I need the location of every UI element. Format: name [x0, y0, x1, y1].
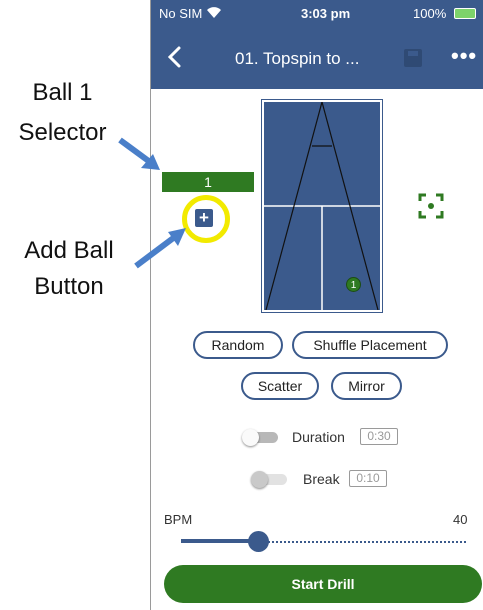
duration-toggle-knob	[242, 429, 259, 446]
duration-toggle[interactable]	[242, 429, 278, 446]
app-bar: 01. Topspin to ... •••	[151, 27, 483, 89]
focus-target-icon[interactable]	[418, 193, 444, 219]
break-toggle[interactable]	[251, 471, 287, 488]
bpm-label: BPM	[164, 512, 193, 527]
chevron-left-icon	[167, 46, 181, 68]
break-toggle-knob	[251, 471, 268, 488]
more-options-button[interactable]: •••	[451, 43, 477, 69]
table-court[interactable]	[261, 99, 383, 313]
add-ball-callout-line1: Add Ball	[24, 237, 114, 264]
ball-placement-marker[interactable]: 1	[346, 277, 361, 292]
mirror-button[interactable]: Mirror	[331, 372, 402, 400]
drill-title: 01. Topspin to ...	[235, 49, 360, 68]
random-button[interactable]: Random	[193, 331, 283, 359]
bpm-slider-fill	[181, 539, 258, 543]
highlight-ring	[182, 195, 230, 243]
ball-selector-callout-line2: Selector	[18, 119, 107, 146]
bpm-slider-thumb[interactable]	[247, 531, 269, 552]
start-drill-button[interactable]: Start Drill	[164, 565, 482, 603]
ball-selector-callout: Ball 1 Selector	[0, 78, 125, 148]
battery-percent: 100%	[413, 6, 447, 21]
duration-label: Duration	[292, 429, 345, 445]
battery-icon	[454, 8, 476, 19]
duration-value[interactable]: 0:30	[360, 428, 398, 445]
back-button[interactable]	[165, 45, 189, 71]
add-ball-callout: Add Ball Button	[0, 236, 138, 302]
phone-screen: No SIM 3:03 pm 100% 01. Topspin to ... •…	[150, 0, 483, 610]
save-button[interactable]	[404, 49, 422, 67]
add-ball-callout-line2: Button	[34, 273, 104, 300]
ball-1-selector[interactable]: 1	[162, 172, 254, 192]
status-time: 3:03 pm	[301, 6, 351, 21]
bpm-value: 40	[453, 512, 468, 527]
break-label: Break	[303, 471, 340, 487]
carrier-label: No SIM	[159, 6, 203, 21]
break-value[interactable]: 0:10	[349, 470, 387, 487]
shuffle-placement-button[interactable]: Shuffle Placement	[292, 331, 448, 359]
wifi-icon	[207, 7, 221, 18]
status-bar: No SIM 3:03 pm 100%	[151, 0, 483, 27]
ball-selector-callout-line1: Ball 1	[32, 79, 93, 106]
table-lines	[264, 102, 380, 310]
scatter-button[interactable]: Scatter	[241, 372, 319, 400]
